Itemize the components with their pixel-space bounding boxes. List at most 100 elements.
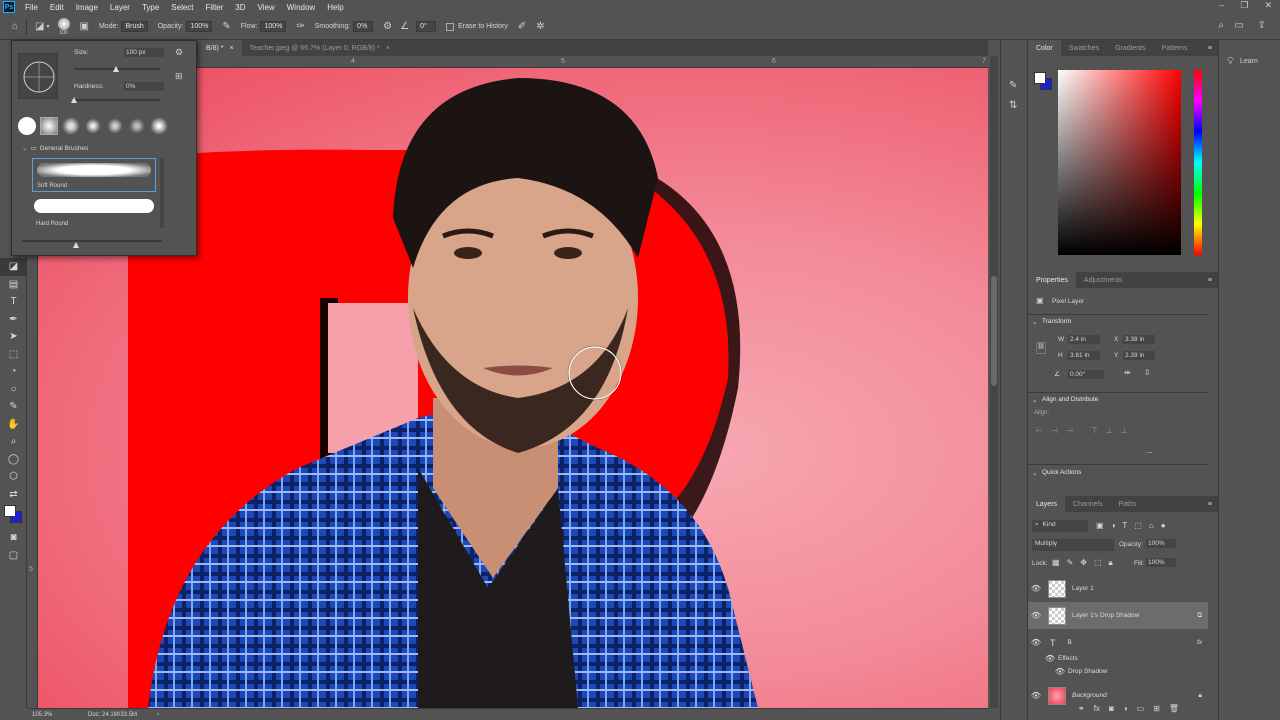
foreground-swatch[interactable] (1034, 72, 1046, 84)
hue-slider[interactable] (1194, 70, 1202, 255)
texture-tip-icon[interactable] (106, 117, 124, 135)
link-layers-icon[interactable]: ⚭ (1078, 704, 1085, 713)
brush-preset-picker[interactable]: 100 (57, 17, 70, 36)
scroll-thumb[interactable] (991, 276, 997, 386)
hard-round-tip-icon[interactable] (18, 117, 36, 135)
chevron-down-icon[interactable]: ⌄ (1032, 396, 1037, 404)
flip-vertical-icon[interactable]: ⇳ (1144, 368, 1151, 377)
angle-field[interactable]: 0° (416, 21, 437, 32)
frame-tool[interactable]: ⬚ (0, 346, 27, 364)
hardness-field[interactable]: 0% (124, 82, 164, 91)
align-middle-icon[interactable]: ⊥ (1106, 426, 1113, 435)
chevron-down-icon[interactable]: ⌄ (1032, 318, 1037, 326)
eye-icon[interactable]: 👁︎ (1028, 584, 1044, 593)
home-icon[interactable]: ⌂ (12, 21, 18, 32)
eye-icon[interactable]: 👁︎ (1052, 667, 1068, 676)
brush-folder[interactable]: ⌄ ▭ General Brushes (22, 144, 88, 153)
menu-select[interactable]: Select (165, 3, 199, 12)
type-tool[interactable]: T (0, 293, 27, 311)
filter-smart-icon[interactable]: ⌂ (1149, 521, 1154, 530)
width-field[interactable]: 2.4 in (1068, 335, 1100, 344)
tab-patterns[interactable]: Patterns (1153, 40, 1195, 56)
height-field[interactable]: 3.81 in (1068, 351, 1100, 360)
smoothing-field[interactable]: 0% (353, 21, 374, 32)
screen-mode-icon[interactable]: ▢ (0, 547, 27, 565)
erase-history-checkbox[interactable] (446, 22, 455, 31)
menu-view[interactable]: View (252, 3, 281, 12)
panel-menu-icon[interactable]: ≡ (1208, 45, 1212, 52)
quick-mask-icon[interactable]: ◙ (0, 529, 27, 547)
menu-type[interactable]: Type (136, 3, 165, 12)
soft-round-tip-icon[interactable] (40, 117, 58, 135)
filter-pixel-icon[interactable]: ▣ (1096, 521, 1104, 530)
lock-position-icon[interactable]: ✥ (1080, 558, 1087, 568)
airbrush-tip-icon[interactable] (62, 117, 80, 135)
hardness-slider[interactable] (74, 99, 160, 101)
tab-paths[interactable]: Paths (1111, 496, 1145, 512)
vertical-scrollbar[interactable] (990, 56, 998, 708)
adjustment-layer-icon[interactable]: ◑ (1123, 704, 1128, 713)
preview-size-slider[interactable] (22, 240, 162, 242)
lock-all-icon[interactable]: 🔒︎ (1109, 558, 1113, 568)
flow-field[interactable]: 100% (260, 21, 287, 32)
chevron-down-icon[interactable]: ⌄ (1032, 469, 1037, 477)
tab-properties[interactable]: Properties (1028, 272, 1076, 288)
eye-icon[interactable]: 👁︎ (1028, 611, 1044, 620)
filter-toggle-icon[interactable]: ● (1161, 521, 1166, 530)
panel-menu-icon[interactable]: ≡ (1208, 277, 1212, 284)
color-picker-field[interactable] (1058, 70, 1181, 255)
learn-button[interactable]: 💡︎ Learn (1227, 56, 1280, 67)
tab-teacher-jpeg[interactable]: Teacher.jpeg @ 66.7% (Layer 0, RGB/8) * … (241, 40, 398, 56)
splatter-tip-icon[interactable] (84, 117, 102, 135)
history-brush-icon[interactable]: ✎ (1009, 80, 1017, 91)
new-group-icon[interactable]: ▭ (1137, 704, 1145, 713)
angle-field[interactable]: 0.00° (1068, 370, 1104, 379)
new-preset-icon[interactable]: ⊞ (175, 71, 183, 82)
tab-layers[interactable]: Layers (1028, 496, 1066, 512)
path-selection-tool[interactable]: ➤ (0, 328, 27, 346)
menu-file[interactable]: File (19, 3, 44, 12)
gradient-tool[interactable]: ▤ (0, 276, 27, 294)
filter-shape-icon[interactable]: ⬚ (1134, 521, 1142, 530)
x-field[interactable]: 3.38 in (1123, 335, 1155, 344)
dodge-tool[interactable]: ○ (0, 381, 27, 399)
pressure-opacity-icon[interactable]: ✎ (222, 21, 230, 32)
close-icon[interactable]: × (230, 45, 234, 52)
link-icon[interactable]: ⛓ (1036, 342, 1046, 354)
mode-select[interactable]: Brush (121, 21, 148, 32)
search-icon[interactable]: ⌕ (1218, 20, 1224, 31)
lock-image-icon[interactable]: ✎ (1067, 558, 1074, 568)
filter-adjustment-icon[interactable]: ◑ (1111, 521, 1116, 530)
share-icon[interactable]: ⇪ (1258, 20, 1266, 31)
tab-adjustments[interactable]: Adjustments (1076, 272, 1131, 288)
adjustments-icon[interactable]: ⇅ (1009, 100, 1017, 111)
eraser-tool[interactable]: ◪ (0, 258, 27, 276)
zoom-level[interactable]: 105.3% (32, 712, 72, 718)
hand-tool[interactable]: ✋ (0, 416, 27, 434)
brush-angle-preview[interactable] (18, 53, 58, 99)
workspace-icon[interactable]: ▭ (1235, 20, 1244, 31)
more-options-icon[interactable]: ... (1146, 446, 1153, 455)
align-right-icon[interactable]: ⊣ (1066, 426, 1073, 435)
brush-panel-icon[interactable]: ▣ (80, 21, 89, 32)
eye-icon[interactable]: 👁︎ (1028, 638, 1044, 647)
pen-tool[interactable]: ✒ (0, 311, 27, 329)
effects-row[interactable]: 👁︎ Effects (1028, 652, 1208, 665)
lock-artboard-icon[interactable]: ⬚ (1094, 558, 1102, 568)
trash-icon[interactable]: 🗑︎ (1169, 704, 1179, 713)
menu-layer[interactable]: Layer (104, 3, 136, 12)
align-center-icon[interactable]: ⊣ (1051, 426, 1058, 435)
gear-icon[interactable]: ⚙ (383, 21, 392, 32)
menu-3d[interactable]: 3D (229, 3, 251, 12)
tab-active-document[interactable]: B/8) * × (198, 40, 242, 56)
eye-icon[interactable]: 👁︎ (1042, 654, 1058, 663)
brush-item-hard-round[interactable]: Hard Round (32, 195, 156, 229)
brush-tool[interactable]: ✎ (0, 398, 27, 416)
add-mask-icon[interactable]: ◙ (1109, 704, 1114, 713)
layer-opacity-field[interactable]: 100% (1146, 539, 1176, 548)
align-top-icon[interactable]: ⊤ (1091, 426, 1098, 435)
new-layer-icon[interactable]: ⊞ (1153, 704, 1160, 713)
menu-filter[interactable]: Filter (200, 3, 230, 12)
fx-icon[interactable]: fx (1197, 639, 1202, 646)
menu-window[interactable]: Window (281, 3, 321, 12)
